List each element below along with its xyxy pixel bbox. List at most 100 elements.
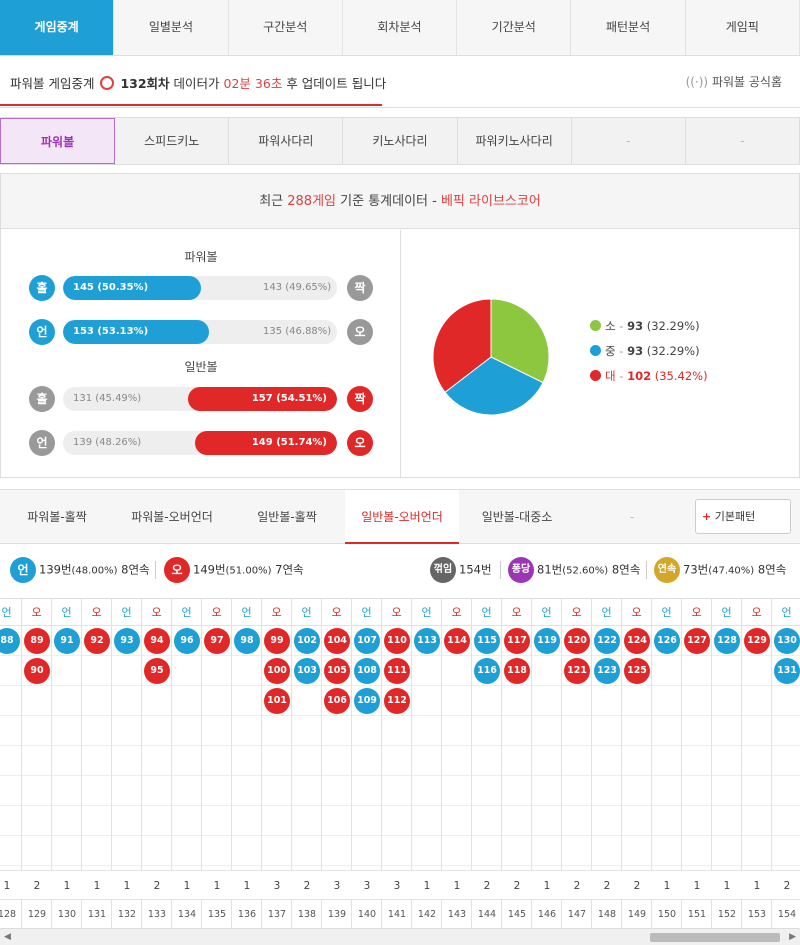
grid-cell <box>442 716 471 746</box>
grid-cell <box>502 686 531 716</box>
under-streak: 8연속 <box>121 562 150 577</box>
result-ball: 103 <box>294 658 320 684</box>
round-number: 152 <box>717 909 737 920</box>
grid-cell <box>412 686 441 716</box>
grid-cell <box>292 836 321 866</box>
grid-cell <box>322 806 351 836</box>
grid-cell <box>532 716 561 746</box>
pattern-column: 언 96 1 134 <box>172 599 202 928</box>
round-number: 143 <box>447 909 467 920</box>
grid-cell <box>202 656 231 686</box>
grid-cell <box>142 746 171 776</box>
grid-cell: 115 <box>472 626 501 656</box>
pattern-column: 언 113 1 142 <box>412 599 442 928</box>
pattern-column: 오 114 1 143 <box>442 599 472 928</box>
grid-cell <box>0 836 21 866</box>
game-tab-4[interactable]: 파워키노사다리 <box>458 118 572 164</box>
grid-cell <box>202 776 231 806</box>
legend-count: 102 <box>627 369 652 383</box>
result-ball: 98 <box>234 628 260 654</box>
grid-cell <box>382 806 411 836</box>
scroll-right-icon[interactable]: ▶ <box>789 932 796 942</box>
grid-cell <box>652 836 681 866</box>
pattern-tab-5[interactable]: - <box>575 490 689 544</box>
pattern-tab-1[interactable]: 파워볼-오버언더 <box>115 490 229 544</box>
round-number: 150 <box>657 909 677 920</box>
legend-dot <box>590 370 601 381</box>
grid-cell <box>232 836 261 866</box>
grid-cell: 100 <box>262 656 291 686</box>
horizontal-scrollbar[interactable]: ◀ ▶ <box>0 928 800 945</box>
round-number: 145 <box>507 909 527 920</box>
under-badge: 언 <box>10 557 36 583</box>
result-ball: 88 <box>0 628 20 654</box>
grid-cell: 125 <box>622 656 651 686</box>
grid-cell <box>772 806 800 836</box>
streak-count: 1 <box>742 870 772 900</box>
tab-4[interactable]: 기간분석 <box>457 0 572 55</box>
pongdang-count: 81번 <box>537 562 563 577</box>
pattern-tab-4[interactable]: 일반볼-대중소 <box>460 490 574 544</box>
result-ball: 91 <box>54 628 80 654</box>
stat-brand: 베픽 라이브스코어 <box>440 194 541 209</box>
grid-cell <box>742 686 771 716</box>
right-circle: 짝 <box>347 275 373 301</box>
grid-cell <box>142 686 171 716</box>
column-header: 오 <box>142 599 171 626</box>
pattern-column: 언 130 131 2 154 <box>772 599 800 928</box>
pattern-tab-0[interactable]: 파워볼-홀짝 <box>0 490 114 544</box>
grid-cell <box>262 806 291 836</box>
grid-cell <box>442 776 471 806</box>
pattern-tab-3[interactable]: 일반볼-오버언더 <box>345 490 459 544</box>
result-ball: 119 <box>534 628 560 654</box>
grid-cell <box>112 686 141 716</box>
basic-pattern-button[interactable]: + 기본패턴 <box>695 499 791 534</box>
game-tab-1[interactable]: 스피드키노 <box>115 118 230 164</box>
column-header: 언 <box>772 599 800 626</box>
streak-count: 1 <box>232 870 262 900</box>
grid-cell <box>652 716 681 746</box>
grid-cell <box>442 836 471 866</box>
grid-cell <box>502 836 531 866</box>
game-tab-3[interactable]: 키노사다리 <box>343 118 458 164</box>
game-tab-5[interactable]: - <box>572 118 686 164</box>
result-ball: 108 <box>354 658 380 684</box>
grid-cell <box>772 746 800 776</box>
pattern-column: 오 89 90 2 129 <box>22 599 52 928</box>
game-tab-0[interactable]: 파워볼 <box>0 118 116 164</box>
game-tab-6[interactable]: - <box>686 118 800 164</box>
legend-dot <box>590 320 601 331</box>
grid-cell <box>742 776 771 806</box>
official-link[interactable]: ((·)) 파워볼 공식홈 <box>686 73 782 90</box>
pattern-tab-2[interactable]: 일반볼-홀짝 <box>230 490 344 544</box>
column-header: 오 <box>442 599 471 626</box>
scroll-thumb[interactable] <box>650 933 780 942</box>
stat-track: 139 (48.26%) 149 (51.74%) <box>63 431 337 455</box>
result-ball: 113 <box>414 628 440 654</box>
grid-cell <box>592 776 621 806</box>
grid-cell <box>682 806 711 836</box>
update-text: 파워볼 게임중계 132회차 데이터가 02분 36초 후 업데이트 됩니다 <box>10 73 386 92</box>
pattern-column: 언 98 1 136 <box>232 599 262 928</box>
grid-cell: 99 <box>262 626 291 656</box>
pattern-column: 언 126 1 150 <box>652 599 682 928</box>
tab-3[interactable]: 회차분석 <box>343 0 458 55</box>
tab-6[interactable]: 게임픽 <box>686 0 800 55</box>
pattern-column: 오 99 100 101 3 137 <box>262 599 292 928</box>
grid-cell <box>232 686 261 716</box>
grid-cell: 114 <box>442 626 471 656</box>
grid-cell <box>352 716 381 746</box>
legend-label: 중 <box>605 344 616 358</box>
tab-1[interactable]: 일별분석 <box>114 0 229 55</box>
grid-cell: 105 <box>322 656 351 686</box>
streak-count: 1 <box>0 870 22 900</box>
tab-2[interactable]: 구간분석 <box>229 0 343 55</box>
grid-cell <box>412 746 441 776</box>
scroll-left-icon[interactable]: ◀ <box>4 932 11 942</box>
tab-5[interactable]: 패턴분석 <box>571 0 686 55</box>
result-ball: 111 <box>384 658 410 684</box>
tab-0[interactable]: 게임중계 <box>0 0 115 55</box>
result-ball: 121 <box>564 658 590 684</box>
game-tab-2[interactable]: 파워사다리 <box>229 118 344 164</box>
grid-cell <box>712 776 741 806</box>
